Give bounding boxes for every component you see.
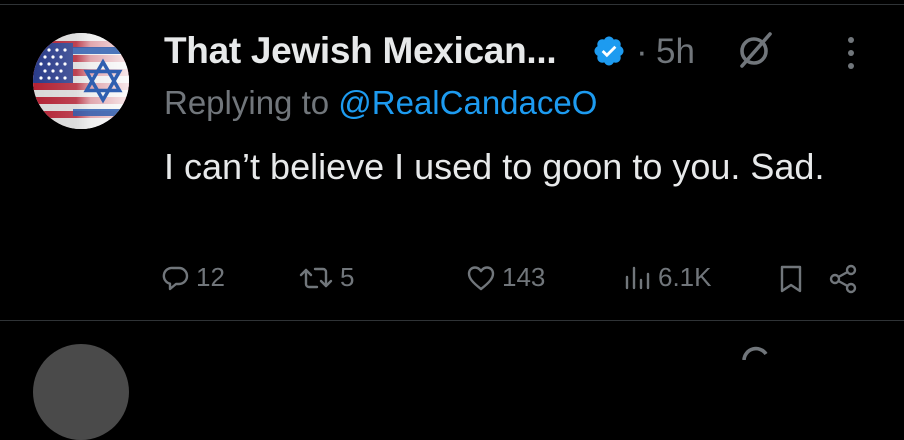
avatar[interactable]	[33, 33, 129, 129]
replying-to: Replying to @RealCandaceO	[164, 84, 597, 122]
grok-icon[interactable]	[738, 30, 774, 70]
like-button[interactable]: 143	[466, 262, 545, 293]
retweet-count: 5	[340, 262, 355, 292]
retweet-button[interactable]: 5	[298, 262, 354, 293]
bookmark-icon[interactable]	[778, 264, 804, 294]
replying-handle-link[interactable]: @RealCandaceO	[338, 84, 597, 121]
next-grok-icon[interactable]	[738, 340, 774, 360]
top-divider	[0, 4, 904, 5]
reply-icon	[162, 266, 189, 290]
views-chart-icon	[625, 266, 650, 289]
reply-count: 12	[196, 262, 225, 292]
tweet-text: I can’t believe I used to goon to you. S…	[164, 146, 825, 187]
like-count: 143	[502, 262, 546, 292]
next-tweet-avatar[interactable]	[33, 344, 129, 440]
heart-icon	[467, 265, 495, 290]
display-name[interactable]: That Jewish Mexican...	[164, 30, 557, 72]
timestamp[interactable]: 5h	[656, 32, 695, 72]
views-button[interactable]: 6.1K	[622, 262, 712, 293]
share-icon[interactable]	[828, 264, 858, 294]
retweet-icon	[299, 267, 333, 288]
reply-button[interactable]: 12	[162, 262, 225, 293]
separator-dot: ·	[636, 32, 648, 71]
verified-badge-icon	[594, 36, 624, 66]
us-israel-flag-avatar-icon	[33, 33, 129, 129]
views-count: 6.1K	[658, 262, 712, 292]
more-options-icon[interactable]	[844, 35, 858, 71]
replying-prefix: Replying to	[164, 84, 339, 121]
bottom-divider	[0, 320, 904, 321]
